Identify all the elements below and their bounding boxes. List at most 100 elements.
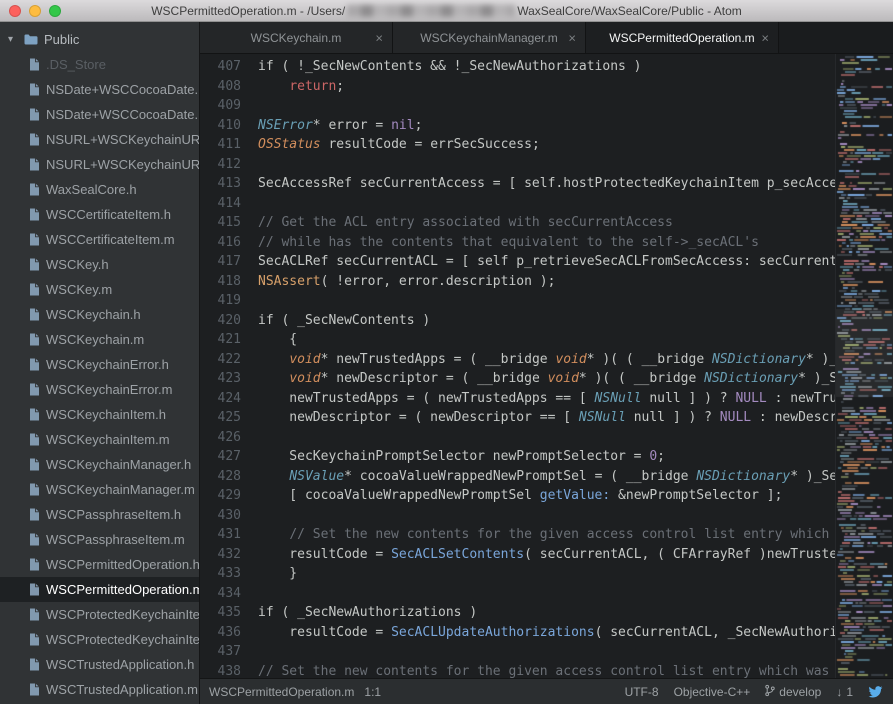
close-icon[interactable]: × [761, 31, 769, 44]
bird-icon[interactable] [868, 686, 883, 698]
file-name: WSCKeychain.m [46, 332, 144, 347]
file-name: WSCProtectedKeychainItem.m [46, 632, 199, 647]
tree-item-WSCKeychain.h[interactable]: WSCKeychain.h [0, 302, 199, 327]
status-bar: WSCPermittedOperation.m 1:1 UTF-8 Object… [200, 678, 893, 704]
git-branch-icon [765, 684, 775, 700]
cursor-position[interactable]: 1:1 [364, 685, 381, 699]
title-bar[interactable]: WSCPermittedOperation.m - /Users/ WaxSea… [0, 0, 893, 22]
tab-WSCKeychain.m[interactable]: WSCKeychain.m× [200, 22, 393, 53]
line-number: 420 [200, 311, 241, 331]
file-name: WSCKeychainManager.h [46, 457, 191, 472]
tree-item-WSCProtectedKeychainItem.h[interactable]: WSCProtectedKeychainItem.h [0, 602, 199, 627]
tree-item-WSCKey.h[interactable]: WSCKey.h [0, 252, 199, 277]
code-line-430[interactable] [258, 506, 835, 526]
file-icon [29, 508, 40, 521]
tree-item-WSCPassphraseItem.m[interactable]: WSCPassphraseItem.m [0, 527, 199, 552]
code-line-436[interactable]: resultCode = SecACLUpdateAuthorizations(… [258, 623, 835, 643]
chevron-down-icon[interactable]: ▾ [8, 34, 18, 45]
tree-item-WSCKeychainError.m[interactable]: WSCKeychainError.m [0, 377, 199, 402]
line-number: 424 [200, 389, 241, 409]
tree-item-NSURL+WSCKeychainURL.h[interactable]: NSURL+WSCKeychainURL.h [0, 127, 199, 152]
code-line-410[interactable]: NSError* error = nil; [258, 116, 835, 136]
code-line-421[interactable]: { [258, 330, 835, 350]
code-line-407[interactable]: if ( !_SecNewContents && !_SecNewAuthori… [258, 57, 835, 77]
tree-item-WSCKeychainManager.h[interactable]: WSCKeychainManager.h [0, 452, 199, 477]
encoding-selector[interactable]: UTF-8 [625, 685, 659, 699]
minimap[interactable] [835, 54, 893, 678]
tree-root-public[interactable]: ▾ Public [0, 27, 199, 52]
tree-item-WSCKeychainManager.m[interactable]: WSCKeychainManager.m [0, 477, 199, 502]
line-number: 418 [200, 272, 241, 292]
code-line-424[interactable]: newTrustedApps = ( newTrustedApps == [ N… [258, 389, 835, 409]
code-editor[interactable]: if ( !_SecNewContents && !_SecNewAuthori… [250, 54, 835, 678]
tree-item-WSCKeychainError.h[interactable]: WSCKeychainError.h [0, 352, 199, 377]
code-line-409[interactable] [258, 96, 835, 116]
tree-item-NSDate+WSCCocoaDate.m[interactable]: NSDate+WSCCocoaDate.m [0, 102, 199, 127]
code-line-413[interactable]: SecAccessRef secCurrentAccess = [ self.h… [258, 174, 835, 194]
line-number: 407 [200, 57, 241, 77]
tree-item-WSCPassphraseItem.h[interactable]: WSCPassphraseItem.h [0, 502, 199, 527]
close-icon[interactable]: × [375, 31, 383, 44]
gutter[interactable]: 4074084094104114124134144154164174184194… [200, 54, 250, 678]
tree-item-WaxSealCore.h[interactable]: WaxSealCore.h [0, 177, 199, 202]
code-line-427[interactable]: SecKeychainPromptSelector newPromptSelec… [258, 447, 835, 467]
grammar-selector[interactable]: Objective-C++ [674, 685, 751, 699]
file-name: WSCKeychainError.h [46, 357, 169, 372]
tree-item-WSCKeychainItem.h[interactable]: WSCKeychainItem.h [0, 402, 199, 427]
tree-item-WSCKeychain.m[interactable]: WSCKeychain.m [0, 327, 199, 352]
code-line-419[interactable] [258, 291, 835, 311]
file-icon [29, 258, 40, 271]
code-line-423[interactable]: void* newDescriptor = ( __bridge void* )… [258, 369, 835, 389]
file-icon [29, 158, 40, 171]
code-line-437[interactable] [258, 642, 835, 662]
line-number: 409 [200, 96, 241, 116]
tree-item-.DS_Store[interactable]: .DS_Store [0, 52, 199, 77]
atom-window: WSCPermittedOperation.m - /Users/ WaxSea… [0, 0, 893, 704]
tree-item-WSCProtectedKeychainItem.m[interactable]: WSCProtectedKeychainItem.m [0, 627, 199, 652]
code-line-426[interactable] [258, 428, 835, 448]
code-line-417[interactable]: SecACLRef secCurrentACL = [ self p_retri… [258, 252, 835, 272]
file-icon [29, 58, 40, 71]
code-line-420[interactable]: if ( _SecNewContents ) [258, 311, 835, 331]
code-line-408[interactable]: return; [258, 77, 835, 97]
tab-WSCPermittedOperation.m[interactable]: WSCPermittedOperation.m× [586, 22, 779, 53]
code-line-422[interactable]: void* newTrustedApps = ( __bridge void* … [258, 350, 835, 370]
line-number: 414 [200, 194, 241, 214]
code-line-415[interactable]: // Get the ACL entry associated with sec… [258, 213, 835, 233]
tree-item-WSCPermittedOperation.h[interactable]: WSCPermittedOperation.h [0, 552, 199, 577]
line-number: 422 [200, 350, 241, 370]
tree-item-WSCKeychainItem.m[interactable]: WSCKeychainItem.m [0, 427, 199, 452]
file-icon [29, 433, 40, 446]
line-number: 428 [200, 467, 241, 487]
file-icon [29, 558, 40, 571]
tree-item-WSCPermittedOperation.m[interactable]: WSCPermittedOperation.m [0, 577, 199, 602]
close-icon[interactable]: × [568, 31, 576, 44]
code-line-416[interactable]: // while has the contents that equivalen… [258, 233, 835, 253]
file-icon [29, 358, 40, 371]
code-line-411[interactable]: OSStatus resultCode = errSecSuccess; [258, 135, 835, 155]
tree-item-WSCCertificateItem.h[interactable]: WSCCertificateItem.h [0, 202, 199, 227]
code-line-429[interactable]: [ cocoaValueWrappedNewPromptSel getValue… [258, 486, 835, 506]
tree-item-NSDate+WSCCocoaDate.h[interactable]: NSDate+WSCCocoaDate.h [0, 77, 199, 102]
code-line-432[interactable]: resultCode = SecACLSetContents( secCurre… [258, 545, 835, 565]
tree-item-WSCKey.m[interactable]: WSCKey.m [0, 277, 199, 302]
code-line-425[interactable]: newDescriptor = ( newDescriptor == [ NSN… [258, 408, 835, 428]
tree-item-WSCTrustedApplication.h[interactable]: WSCTrustedApplication.h [0, 652, 199, 677]
tree-item-NSURL+WSCKeychainURL.m[interactable]: NSURL+WSCKeychainURL.m [0, 152, 199, 177]
code-line-414[interactable] [258, 194, 835, 214]
line-number: 427 [200, 447, 241, 467]
code-line-435[interactable]: if ( _SecNewAuthorizations ) [258, 603, 835, 623]
tab-WSCKeychainManager.m[interactable]: WSCKeychainManager.m× [393, 22, 586, 53]
tree-item-WSCTrustedApplication.m[interactable]: WSCTrustedApplication.m [0, 677, 199, 702]
code-line-433[interactable]: } [258, 564, 835, 584]
code-line-438[interactable]: // Set the new contents for the given ac… [258, 662, 835, 679]
tree-item-WSCCertificateItem.m[interactable]: WSCCertificateItem.m [0, 227, 199, 252]
line-number: 419 [200, 291, 241, 311]
code-line-431[interactable]: // Set the new contents for the given ac… [258, 525, 835, 545]
code-line-434[interactable] [258, 584, 835, 604]
code-line-428[interactable]: NSValue* cocoaValueWrappedNewPromptSel =… [258, 467, 835, 487]
code-line-418[interactable]: NSAssert( !error, error.description ); [258, 272, 835, 292]
code-line-412[interactable] [258, 155, 835, 175]
file-icon [29, 108, 40, 121]
file-name: WSCKey.m [46, 282, 112, 297]
